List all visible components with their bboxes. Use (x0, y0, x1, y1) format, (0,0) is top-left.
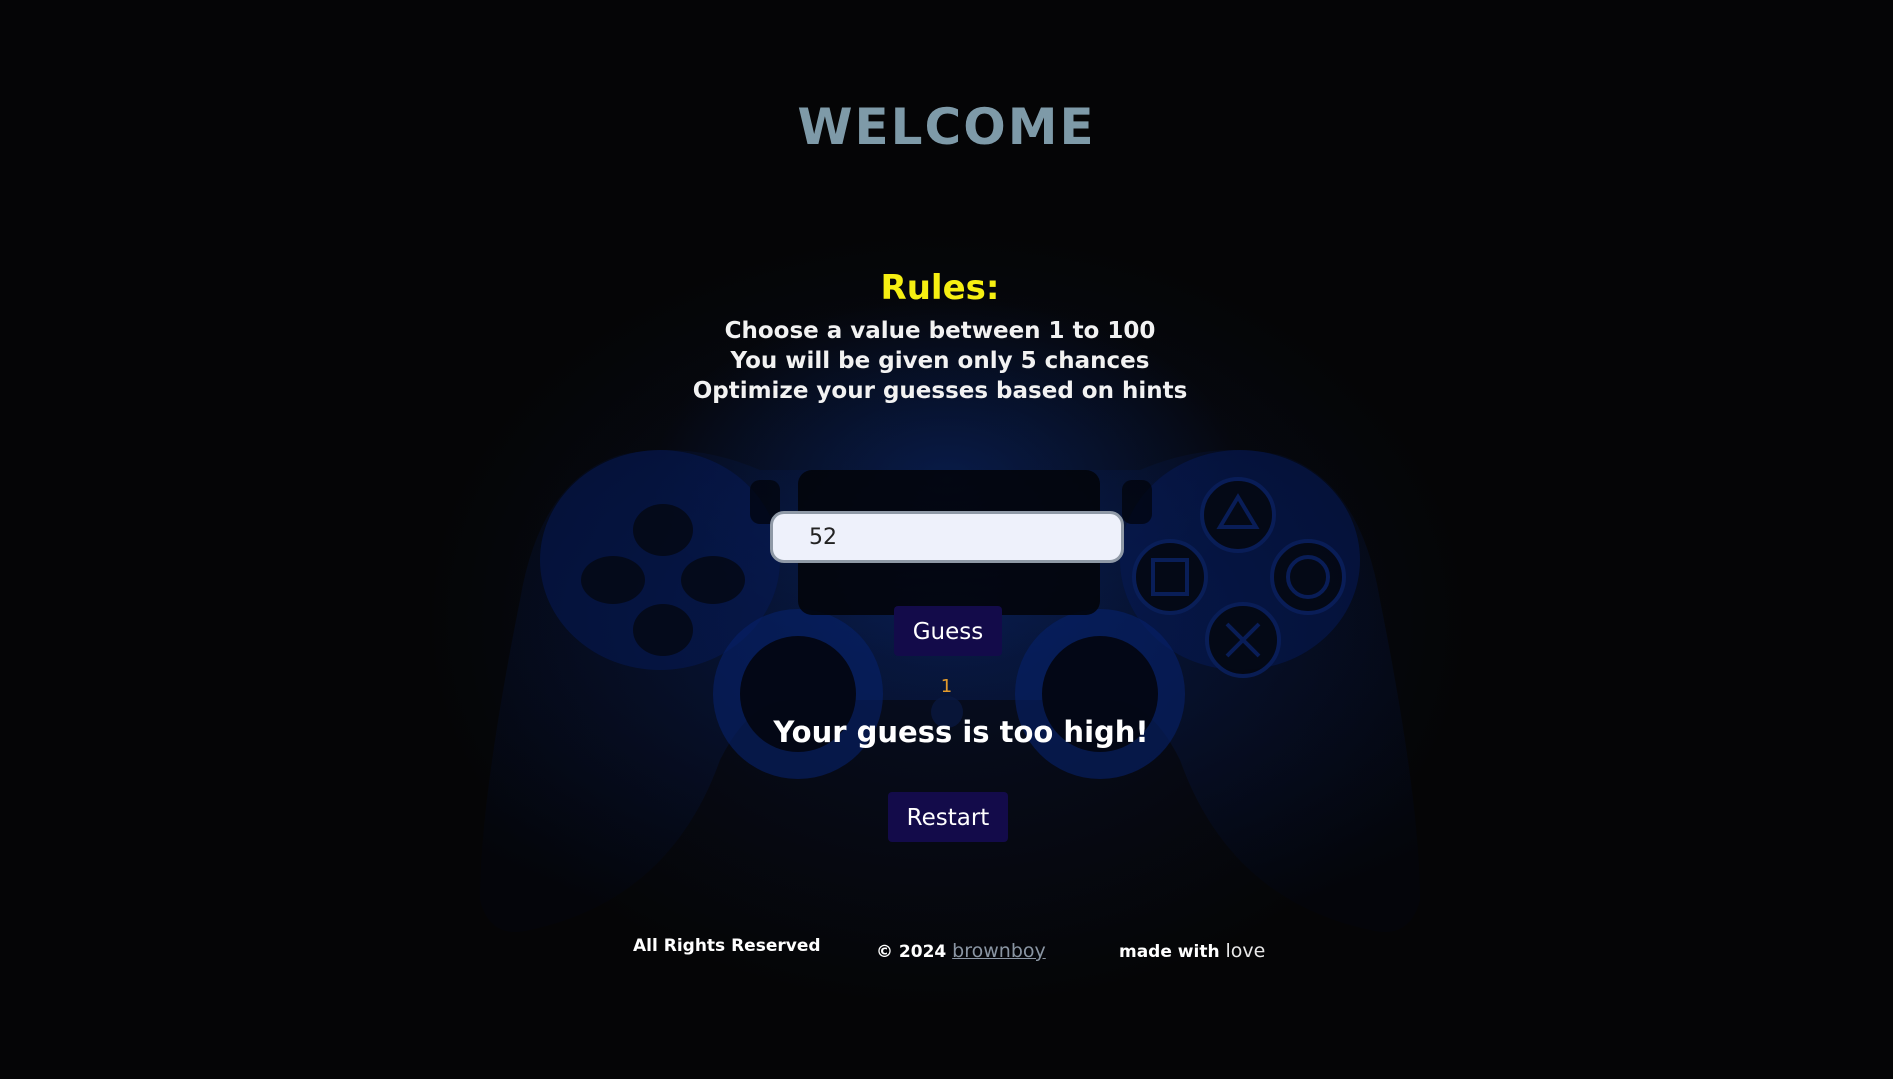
rule-line: Choose a value between 1 to 100 (724, 318, 1156, 344)
copyright-text: © 2024 (876, 942, 947, 962)
footer-rights: All Rights Reserved (633, 936, 821, 956)
restart-button[interactable]: Restart (888, 792, 1008, 842)
guess-button[interactable]: Guess (894, 606, 1002, 656)
author-link[interactable]: brownboy (952, 940, 1046, 962)
rules-heading: Rules: (880, 268, 1000, 308)
footer-made-with: made with love (1119, 940, 1265, 962)
made-with-text: made with (1119, 942, 1220, 962)
page-title: WELCOME (797, 98, 1096, 156)
rule-line: Optimize your guesses based on hints (692, 378, 1188, 404)
page: WELCOME Rules: Choose a value between 1 … (0, 0, 1893, 1079)
guess-input[interactable] (770, 511, 1124, 563)
rules-section: Rules: Choose a value between 1 to 100 Y… (0, 268, 1880, 406)
attempts-counter: 1 (940, 676, 953, 697)
love-text: love (1225, 940, 1266, 962)
rule-line: You will be given only 5 chances (730, 348, 1150, 374)
footer-copyright: © 2024 brownboy (876, 940, 1046, 962)
hint-message: Your guess is too high! (773, 715, 1149, 749)
